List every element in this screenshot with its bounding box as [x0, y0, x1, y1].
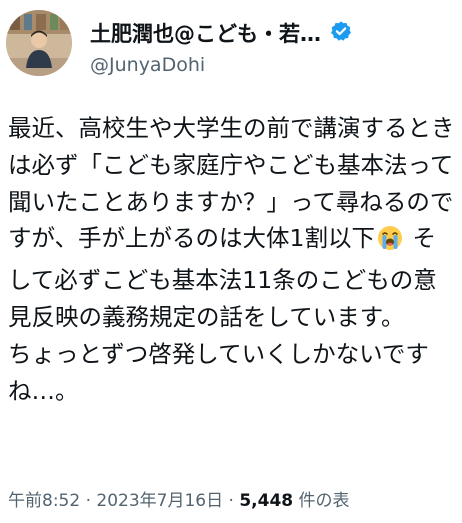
display-name[interactable]: 土肥潤也@こども・若…: [90, 22, 321, 46]
tweet-meta: 午前8:52 · 2023年7月16日 · 5,448 件の表: [8, 486, 462, 511]
tweet-text: 最近、高校生や大学生の前で講演するときは必ず「こども家庭庁やこども基本法って聞い…: [8, 110, 456, 409]
view-label: 件の表: [293, 491, 350, 511]
loudly-crying-face-icon: [377, 225, 403, 262]
meta-separator: ·: [80, 491, 97, 511]
avatar[interactable]: [6, 10, 72, 76]
tweet-date[interactable]: 2023年7月16日: [96, 491, 223, 511]
tweet-header: 土肥潤也@こども・若… @JunyaDohi: [6, 10, 456, 78]
verified-badge-icon: [330, 20, 352, 46]
view-count[interactable]: 5,448: [239, 491, 293, 511]
meta-separator: ·: [223, 491, 240, 511]
user-handle[interactable]: @JunyaDohi: [90, 54, 205, 76]
name-row[interactable]: 土肥潤也@こども・若…: [90, 18, 450, 48]
tweet-time[interactable]: 午前8:52: [8, 491, 80, 511]
